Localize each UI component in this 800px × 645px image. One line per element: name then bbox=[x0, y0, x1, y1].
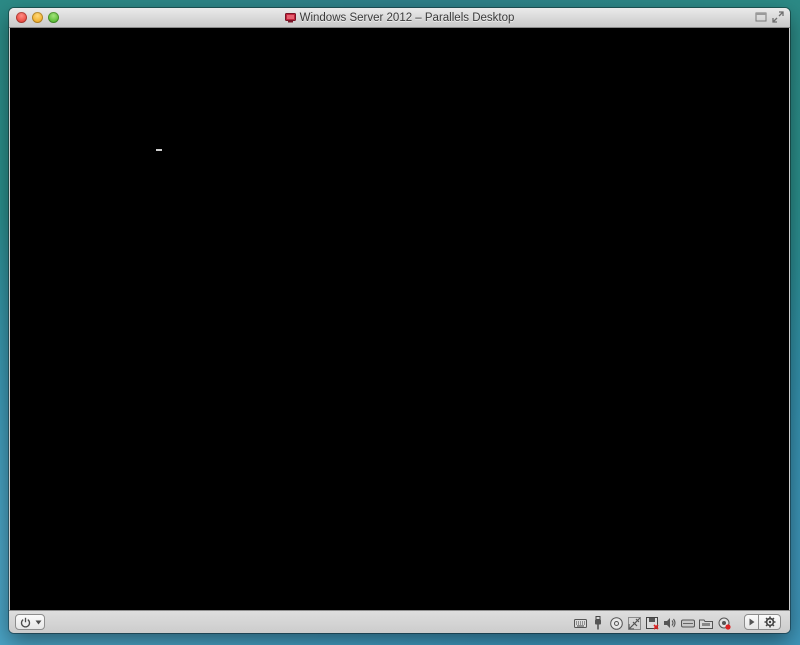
coherence-icon[interactable] bbox=[755, 11, 767, 23]
network-icon[interactable] bbox=[627, 616, 641, 630]
vm-window: Windows Server 2012 – Parallels Desktop bbox=[9, 8, 790, 633]
shared-folder-icon[interactable] bbox=[699, 616, 713, 630]
hard-disk-icon[interactable] bbox=[681, 616, 695, 630]
power-icon bbox=[20, 617, 31, 628]
monitor-icon bbox=[284, 12, 296, 22]
window-title: Windows Server 2012 – Parallels Desktop bbox=[299, 11, 515, 24]
play-button[interactable] bbox=[744, 614, 759, 630]
usb-icon[interactable] bbox=[591, 616, 605, 630]
text-cursor bbox=[156, 149, 162, 151]
sound-icon[interactable] bbox=[663, 616, 677, 630]
chevron-down-icon bbox=[35, 620, 42, 625]
camera-icon[interactable] bbox=[717, 616, 731, 630]
fullscreen-icon[interactable] bbox=[772, 11, 784, 23]
window-title-group: Windows Server 2012 – Parallels Desktop bbox=[9, 8, 790, 27]
control-buttons bbox=[744, 614, 781, 630]
vm-screen[interactable] bbox=[10, 28, 789, 610]
keyboard-icon[interactable] bbox=[573, 616, 587, 630]
minimize-button[interactable] bbox=[32, 12, 43, 23]
power-button[interactable] bbox=[15, 614, 45, 630]
status-bar bbox=[9, 610, 790, 633]
play-icon bbox=[749, 618, 754, 626]
device-icons bbox=[573, 615, 731, 631]
title-bar[interactable]: Windows Server 2012 – Parallels Desktop bbox=[9, 8, 790, 28]
settings-button[interactable] bbox=[759, 614, 781, 630]
floppy-icon[interactable] bbox=[645, 616, 659, 630]
gear-icon bbox=[764, 616, 775, 628]
cd-dvd-icon[interactable] bbox=[609, 616, 623, 630]
close-button[interactable] bbox=[16, 12, 27, 23]
zoom-button[interactable] bbox=[48, 12, 59, 23]
